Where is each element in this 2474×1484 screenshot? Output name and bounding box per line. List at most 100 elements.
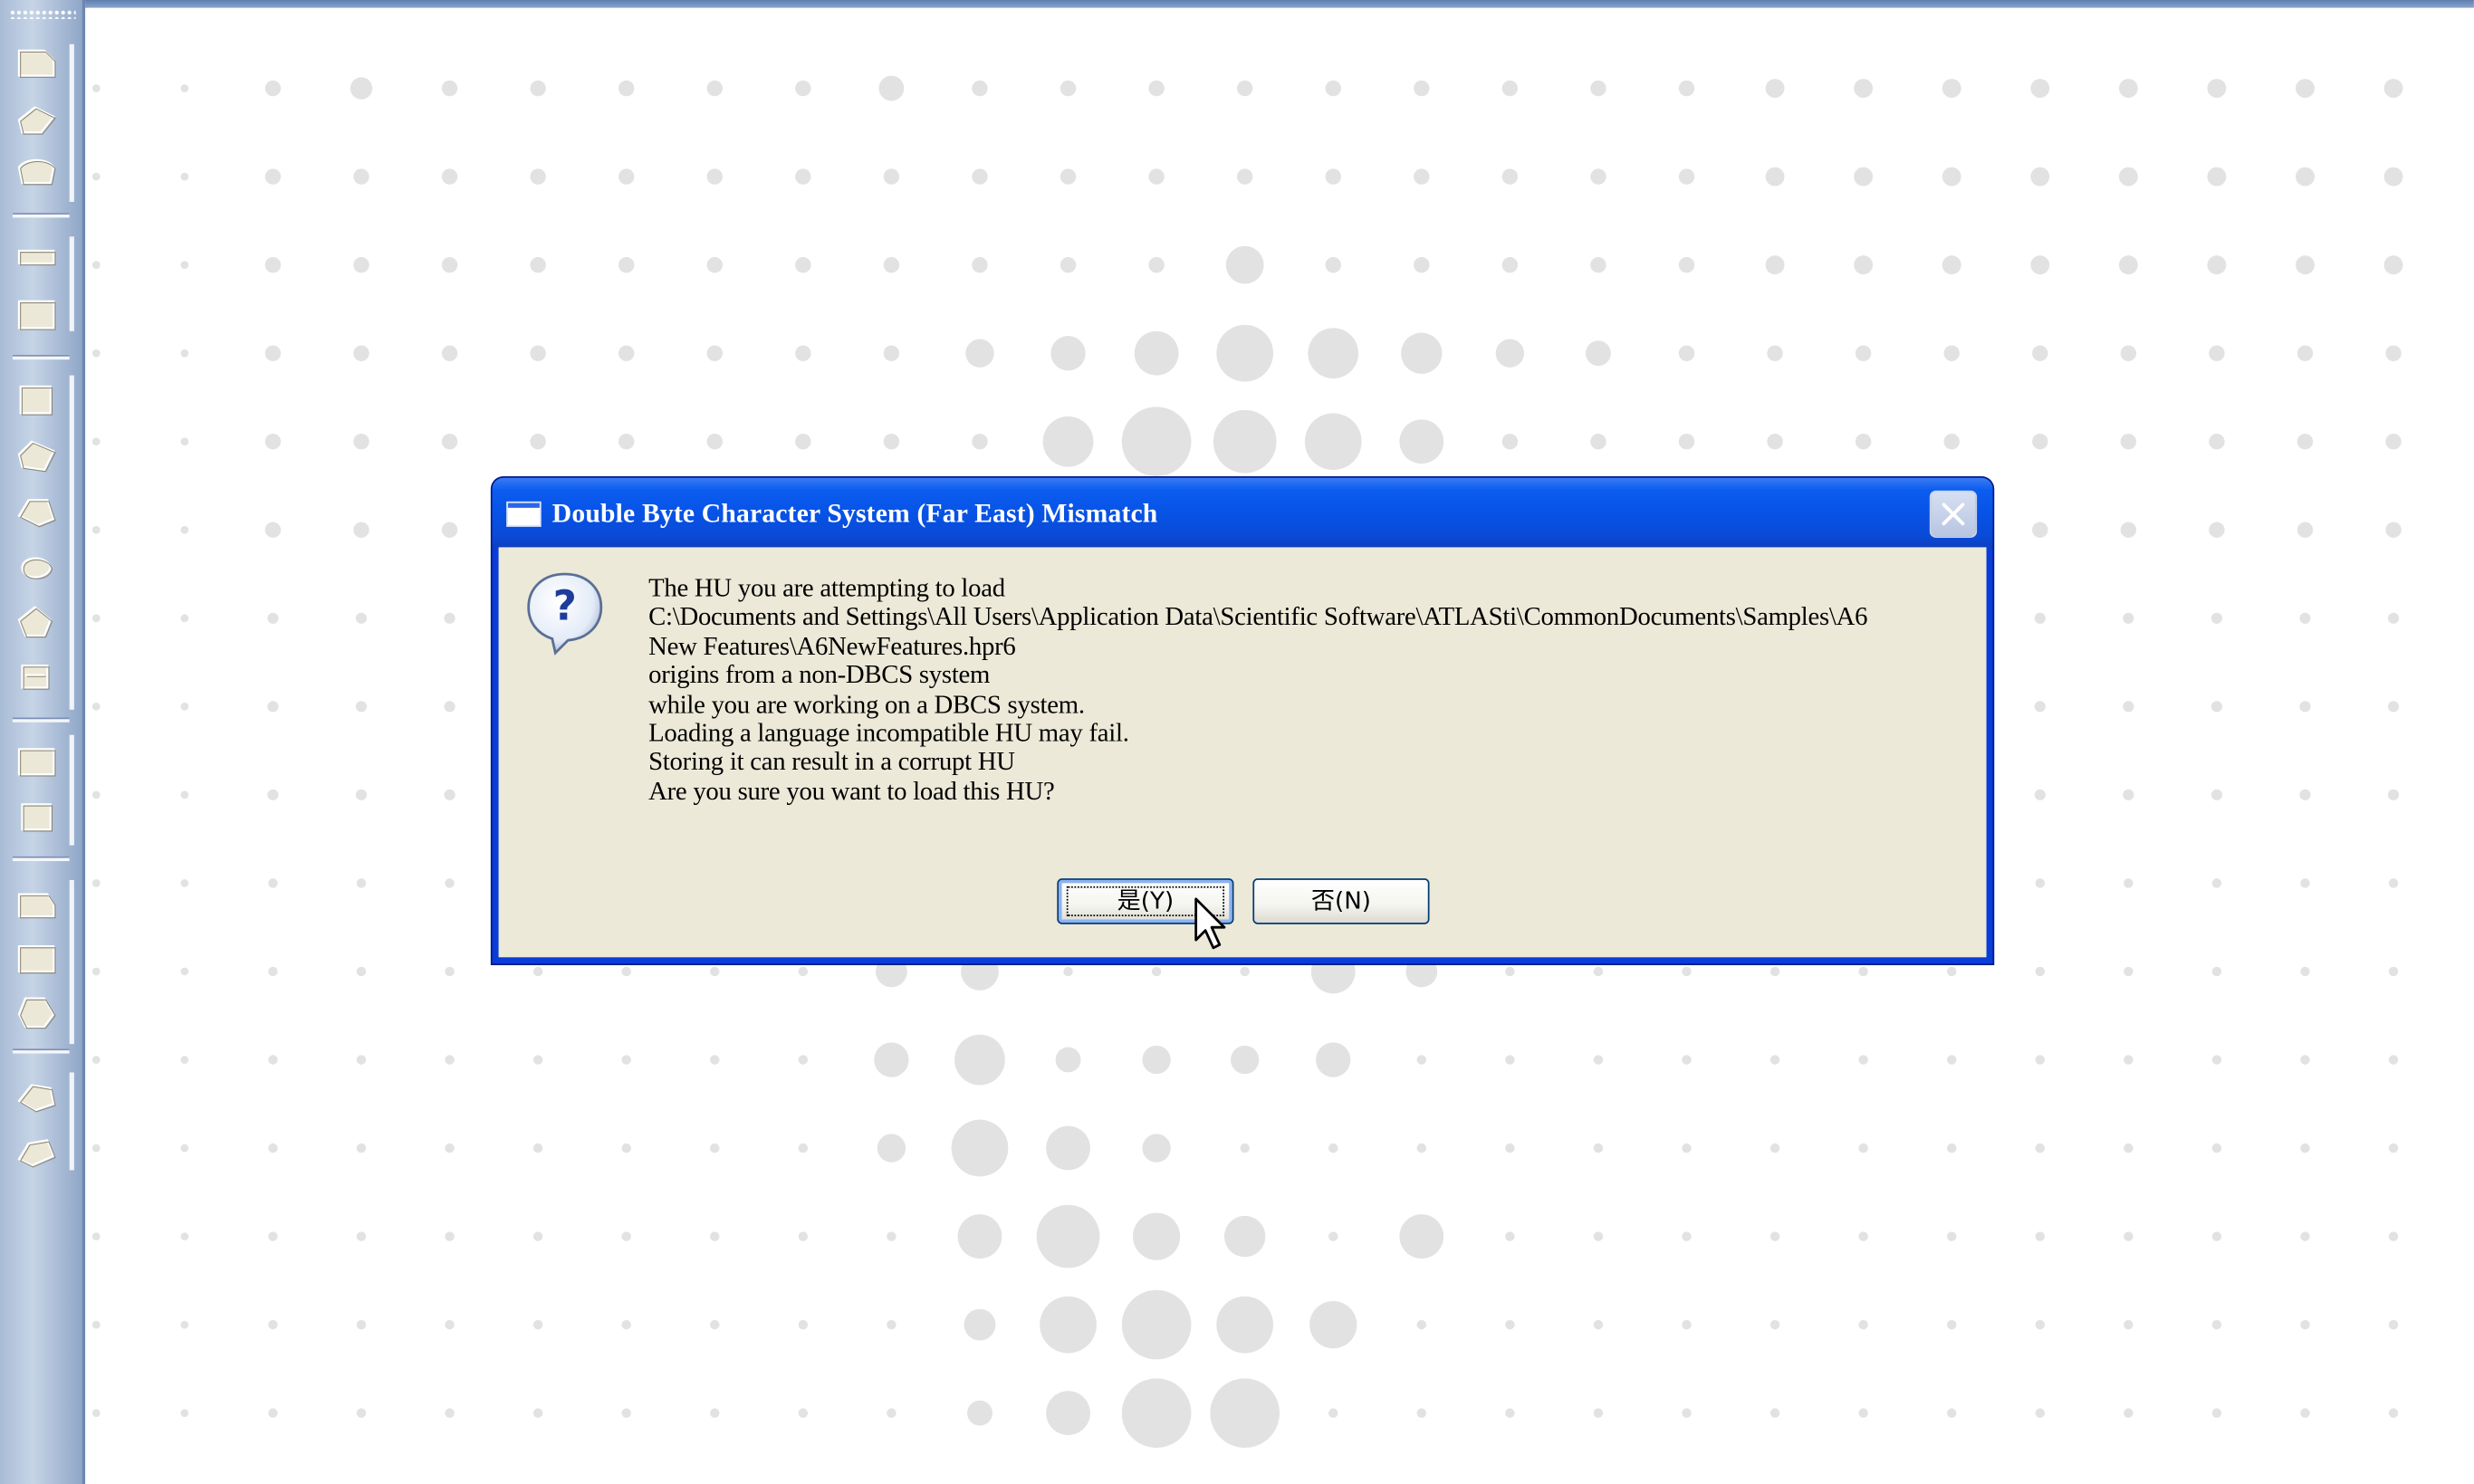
background-dot [1121, 407, 1192, 477]
background-dot [532, 1408, 543, 1418]
tool-icon-1[interactable] [15, 44, 60, 79]
background-dot [444, 612, 455, 624]
tool-icon-9[interactable] [15, 549, 60, 583]
background-dot [2124, 1408, 2134, 1418]
background-dot [1148, 256, 1165, 273]
tool-icon-8[interactable] [15, 493, 60, 528]
background-dot [91, 84, 101, 92]
background-dot [795, 256, 811, 273]
background-dot [1769, 1143, 1780, 1154]
background-dot [1855, 433, 1872, 450]
background-dot [1121, 1378, 1192, 1448]
background-dot [180, 84, 189, 92]
tool-icon-3[interactable] [15, 155, 60, 189]
background-dot [1678, 433, 1695, 450]
background-dot [1678, 256, 1695, 273]
background-dot [967, 1400, 992, 1426]
tool-icon-2[interactable] [15, 101, 60, 135]
background-dot [1240, 966, 1250, 977]
top-border [85, 0, 2474, 8]
background-dot [1769, 1231, 1780, 1241]
background-dot [1501, 433, 1519, 450]
background-dot [1682, 1319, 1692, 1330]
dialog-titlebar[interactable]: Double Byte Character System (Far East) … [492, 477, 1993, 548]
background-dot [2383, 255, 2403, 275]
message-line: Are you sure you want to load this HU? [648, 775, 1055, 806]
tool-icon-5[interactable] [15, 296, 60, 330]
tool-icon-14[interactable] [15, 885, 60, 919]
background-dot [618, 345, 635, 361]
tool-icon-7[interactable] [15, 438, 60, 473]
background-dot [1040, 1296, 1097, 1354]
background-dot [1060, 168, 1077, 185]
background-dot [972, 168, 988, 185]
toolbar-grip[interactable] [9, 9, 76, 19]
background-dot [1946, 1055, 1957, 1065]
background-dot [2296, 79, 2315, 98]
tool-icon-17[interactable] [15, 1078, 60, 1113]
background-dot [2210, 701, 2223, 713]
background-dot [1678, 80, 1695, 97]
background-dot [2035, 1143, 2046, 1154]
background-dot [180, 1409, 189, 1418]
background-dot [1501, 168, 1519, 185]
tool-icon-4[interactable] [15, 241, 60, 275]
background-dot [356, 1319, 367, 1330]
message-line: Loading a language incompatible HU may f… [648, 717, 1129, 748]
tool-icon-10[interactable] [15, 604, 60, 638]
mouse-cursor-icon [1194, 897, 1226, 950]
message-line: Storing it can result in a corrupt HU [648, 746, 1015, 777]
background-dot [445, 1231, 455, 1241]
tool-icon-13[interactable] [15, 798, 60, 832]
no-button-label: 否(N) [1310, 886, 1372, 915]
close-button[interactable] [1929, 490, 1978, 538]
background-dot [1414, 256, 1430, 273]
background-dot [1858, 1231, 1868, 1241]
background-dot [1151, 966, 1162, 977]
background-dot [2118, 79, 2138, 98]
background-dot [2035, 1408, 2046, 1418]
background-dot [2388, 878, 2399, 888]
background-dot [2300, 1408, 2310, 1418]
tool-icon-12[interactable] [15, 742, 60, 777]
background-dot [1942, 167, 1961, 187]
background-dot [1416, 1319, 1427, 1330]
background-dot [1858, 1408, 1868, 1418]
background-dot [710, 1055, 720, 1065]
no-button[interactable]: 否(N) [1252, 878, 1430, 924]
background-dot [91, 702, 101, 711]
background-dot [356, 1143, 367, 1154]
tool-icon-15[interactable] [15, 940, 60, 974]
background-dot [1414, 168, 1430, 185]
background-dot [710, 1319, 720, 1330]
background-dot [2388, 1319, 2399, 1330]
tool-icon-18[interactable] [15, 1134, 60, 1168]
background-dot [951, 1119, 1009, 1177]
background-dot [441, 433, 458, 450]
background-dot [268, 1319, 278, 1330]
yes-button-label: 是(Y) [1117, 886, 1175, 915]
background-dot [2297, 522, 2314, 538]
background-dot [1325, 80, 1341, 97]
svg-text:?: ? [553, 582, 577, 630]
message-line: C:\Documents and Settings\All Users\Appl… [648, 601, 1868, 632]
background-dot [444, 789, 455, 800]
background-dot [2123, 701, 2134, 713]
background-dot [1590, 80, 1606, 97]
background-dot [798, 1231, 809, 1241]
background-dot [1767, 345, 1783, 361]
toolbar-separator [12, 856, 70, 862]
background-dot [1946, 1408, 1957, 1418]
tool-icon-11[interactable] [15, 659, 60, 694]
background-dot [530, 80, 546, 97]
tool-icon-6[interactable] [15, 382, 60, 416]
background-dot [91, 525, 101, 534]
background-dot [618, 168, 635, 185]
tool-icon-16[interactable] [15, 995, 60, 1029]
background-dot [445, 1055, 455, 1065]
vertical-toolbar [0, 0, 86, 1484]
background-dot [2211, 1408, 2222, 1418]
background-dot [1495, 339, 1525, 368]
toolbar-separator [12, 1048, 70, 1054]
background-dot [2388, 1055, 2399, 1065]
